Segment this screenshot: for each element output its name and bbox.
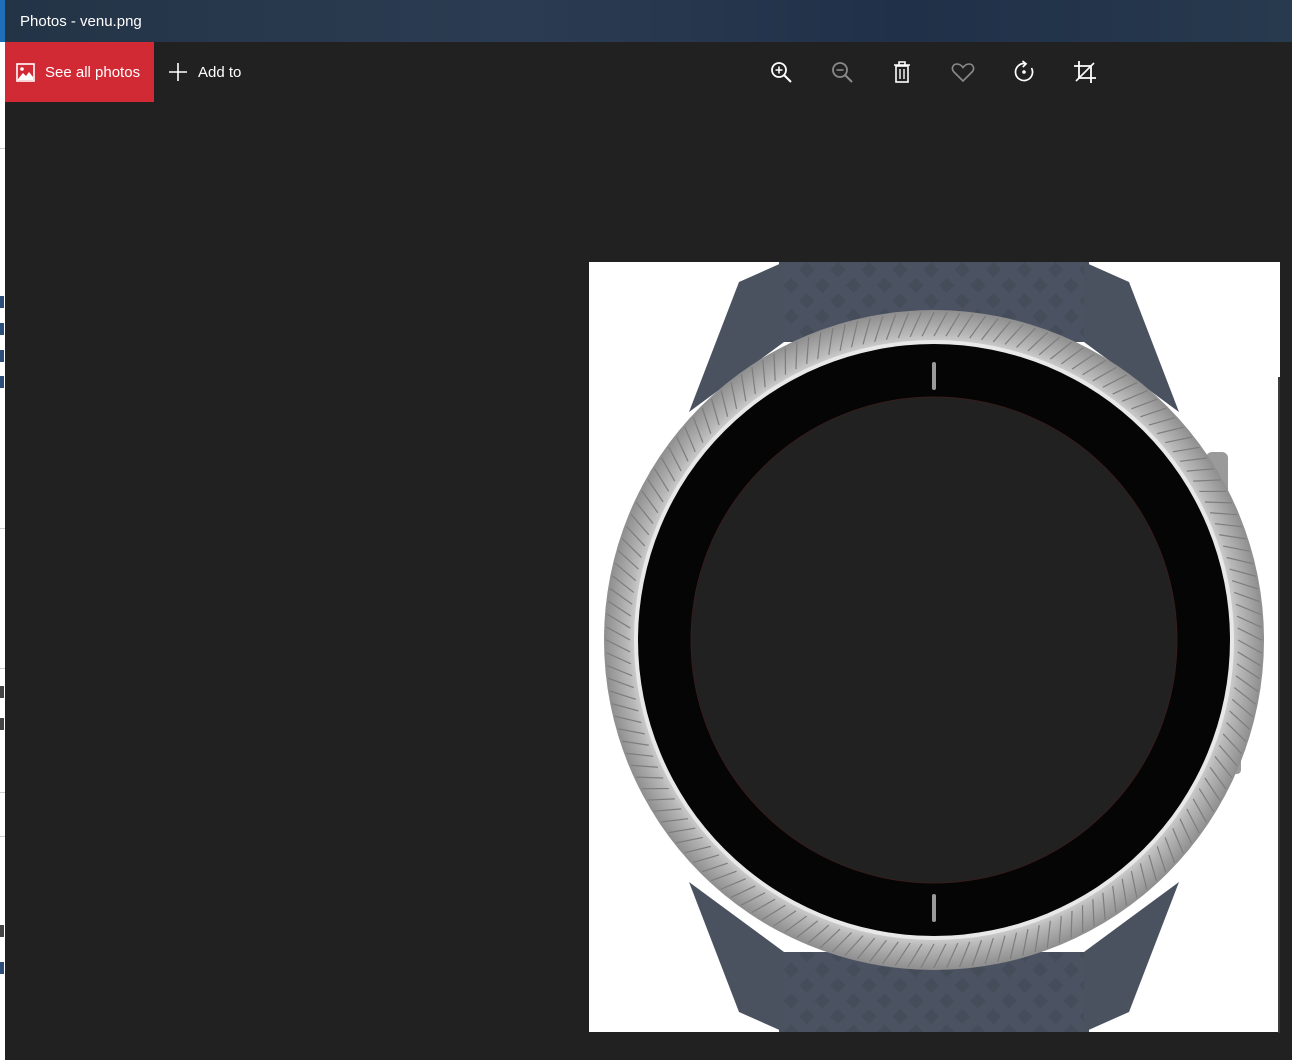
marker-bottom — [932, 894, 936, 922]
window-title: Photos - venu.png — [20, 13, 142, 30]
delete-button[interactable] — [886, 56, 918, 88]
photo-viewer-image[interactable] — [589, 262, 1280, 1032]
crop-icon — [1074, 61, 1096, 83]
edge-mark — [0, 718, 4, 730]
viewer-edge-line — [1278, 377, 1280, 1033]
zoom-out-icon — [832, 62, 853, 83]
title-bar[interactable]: Photos - venu.png — [5, 0, 1292, 42]
heart-icon — [951, 63, 975, 83]
crop-button[interactable] — [1069, 56, 1101, 88]
watch-display — [690, 396, 1178, 884]
trash-icon — [894, 61, 910, 83]
see-all-photos-label: See all photos — [45, 63, 141, 81]
edge-mark — [0, 962, 4, 974]
photos-window: Photos - venu.png See all photos Add to — [5, 0, 1292, 1060]
edge-mark — [0, 376, 4, 388]
edge-mark — [0, 925, 4, 937]
marker-top — [932, 362, 936, 390]
zoom-in-icon — [771, 62, 792, 83]
plus-icon — [169, 63, 187, 81]
edge-mark — [0, 350, 4, 362]
watch-face — [634, 340, 1234, 940]
edge-mark — [0, 686, 4, 698]
photo-gallery-icon — [16, 62, 35, 82]
edge-mark — [0, 296, 4, 308]
add-to-label: Add to — [198, 63, 242, 81]
add-to-button[interactable]: Add to — [168, 42, 241, 102]
zoom-out-button[interactable] — [826, 56, 858, 88]
watch-image — [604, 262, 1264, 1032]
see-all-photos-button[interactable]: See all photos — [5, 42, 154, 102]
rotate-button[interactable] — [1008, 56, 1040, 88]
toolbar: See all photos Add to — [5, 42, 1292, 102]
edge-mark — [0, 323, 4, 335]
favorite-button[interactable] — [947, 56, 979, 88]
rotate-icon — [1014, 60, 1034, 82]
zoom-in-button[interactable] — [765, 56, 797, 88]
